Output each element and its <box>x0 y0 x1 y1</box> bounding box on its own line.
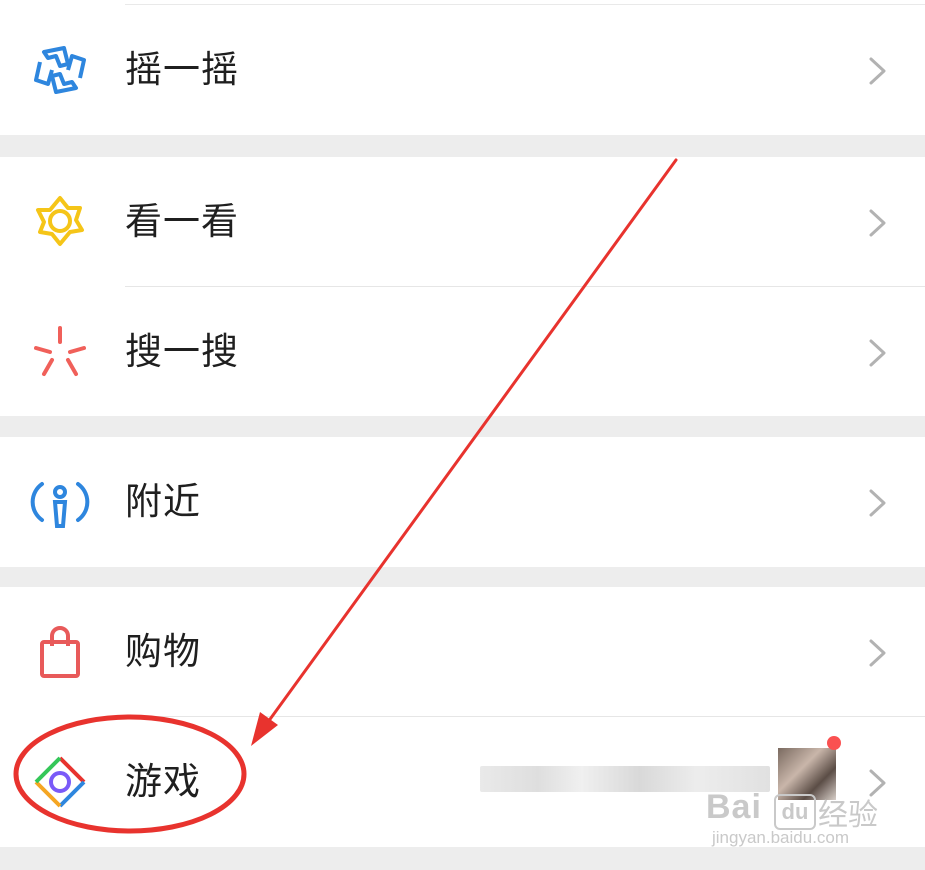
menu-item-search[interactable]: 搜一搜 <box>0 287 925 417</box>
group-shake: 摇一摇 <box>0 0 925 135</box>
menu-item-shopping[interactable]: 购物 <box>0 587 925 717</box>
menu-item-label: 附近 <box>125 480 201 523</box>
games-icon <box>30 752 90 812</box>
chevron-right-icon <box>867 208 889 238</box>
group-shopping-games: 购物 游戏 <box>0 587 925 847</box>
shake-icon <box>30 40 90 100</box>
shopping-bag-icon <box>30 622 90 682</box>
chevron-right-icon <box>867 768 889 798</box>
menu-item-nearby[interactable]: 附近 <box>0 437 925 567</box>
group-nearby: 附近 <box>0 437 925 567</box>
group-stories-search: 看一看 搜一搜 <box>0 157 925 416</box>
menu-item-label: 游戏 <box>125 760 201 803</box>
search-spark-icon <box>30 322 90 382</box>
discover-page: 摇一摇 看一看 搜一搜 附近 购物 游戏 Bai du 经验 jingyan.b… <box>0 0 925 870</box>
menu-item-label: 看一看 <box>125 200 239 243</box>
top-stories-icon <box>30 192 90 252</box>
menu-item-top-stories[interactable]: 看一看 <box>0 157 925 287</box>
notification-dot <box>827 736 841 750</box>
menu-item-label: 搜一搜 <box>125 330 239 373</box>
menu-item-shake[interactable]: 摇一摇 <box>0 5 925 135</box>
nearby-icon <box>30 472 90 532</box>
chevron-right-icon <box>867 56 889 86</box>
promo-thumbnail <box>778 748 836 800</box>
chevron-right-icon <box>867 488 889 518</box>
blurred-promo-text <box>480 766 770 792</box>
menu-item-label: 购物 <box>125 630 201 673</box>
chevron-right-icon <box>867 338 889 368</box>
chevron-right-icon <box>867 638 889 668</box>
menu-item-label: 摇一摇 <box>125 48 239 91</box>
